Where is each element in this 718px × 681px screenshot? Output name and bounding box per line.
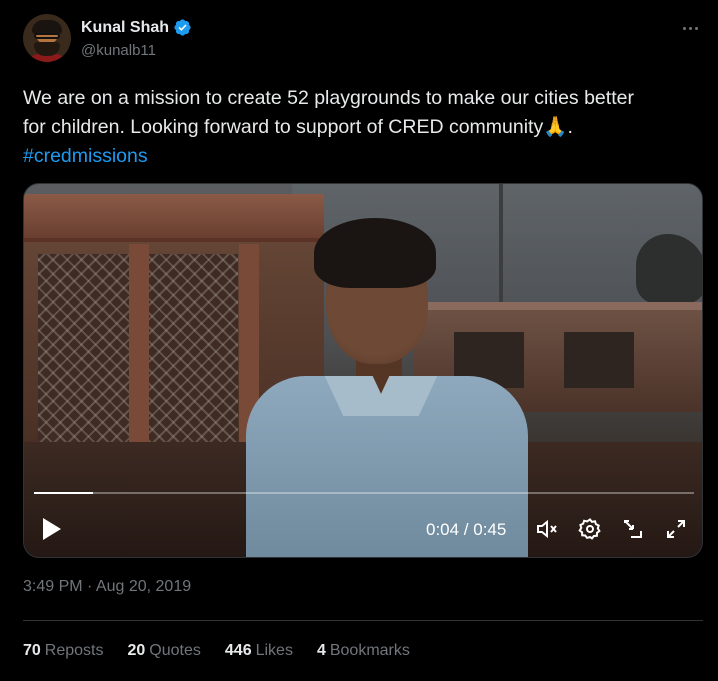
stat-reposts[interactable]: 70 Reposts (23, 642, 104, 660)
fullscreen-icon[interactable] (664, 517, 688, 541)
stat-reposts-count: 70 (23, 642, 41, 659)
folded-hands-emoji: 🙏 (543, 116, 568, 138)
stat-reposts-label: Reposts (44, 642, 104, 659)
video-progress-bar[interactable] (34, 492, 694, 494)
video-progress-fill (34, 492, 93, 494)
divider (23, 620, 703, 621)
hashtag-link[interactable]: #credmissions (23, 145, 148, 167)
volume-muted-icon[interactable] (535, 517, 559, 541)
tweet-text: We are on a mission to create 52 playgro… (23, 84, 693, 171)
verified-badge-icon (174, 19, 191, 36)
author-display-name[interactable]: Kunal Shah (81, 19, 169, 37)
tweet-text-line-1: We are on a mission to create 52 playgro… (23, 87, 634, 109)
stat-likes[interactable]: 446 Likes (225, 642, 293, 660)
stat-bookmarks[interactable]: 4 Bookmarks (317, 642, 410, 660)
stat-likes-count: 446 (224, 642, 252, 659)
stat-likes-label: Likes (255, 642, 293, 659)
author-handle[interactable]: @kunalb11 (81, 42, 156, 59)
engagement-stats: 70 Reposts 20 Quotes 446 Likes 4 Bookmarks (23, 642, 410, 660)
stat-quotes-count: 20 (127, 642, 146, 659)
avatar[interactable] (23, 14, 71, 62)
settings-gear-icon[interactable] (578, 517, 602, 541)
video-player[interactable]: 0:04 / 0:45 (23, 183, 703, 558)
stat-quotes[interactable]: 20 Quotes (128, 642, 201, 660)
tweet: Kunal Shah @kunalb11 We are on a mission… (0, 0, 718, 681)
author-name-row: Kunal Shah (81, 18, 192, 37)
more-options-icon[interactable] (678, 16, 702, 40)
tweet-timestamp[interactable]: 3:49 PM · Aug 20, 2019 (23, 578, 191, 596)
play-icon[interactable] (41, 517, 63, 541)
tweet-text-line-2: for children. Looking forward to support… (23, 113, 693, 142)
tweet-text-period: . (567, 116, 573, 138)
pop-out-icon[interactable] (621, 517, 645, 541)
stat-quotes-label: Quotes (149, 642, 201, 659)
stat-bookmarks-label: Bookmarks (329, 642, 410, 659)
stat-bookmarks-count: 4 (316, 642, 326, 659)
tweet-text-line-2-body: for children. Looking forward to support… (23, 116, 544, 138)
video-time: 0:04 / 0:45 (426, 520, 507, 539)
